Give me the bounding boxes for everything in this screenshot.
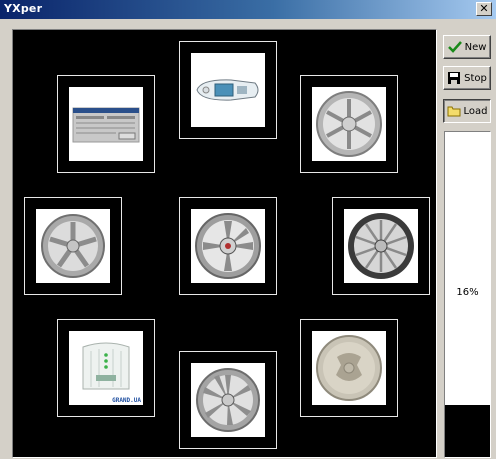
thumbnail-image xyxy=(191,363,265,437)
progress-bar: 16% xyxy=(444,131,491,458)
new-button-label: New xyxy=(464,41,487,53)
thumbnail-6[interactable] xyxy=(332,197,430,295)
checkmark-icon xyxy=(447,41,462,53)
thumbnail-7[interactable]: GRAND.UA xyxy=(57,319,155,417)
load-button[interactable]: Load xyxy=(443,99,491,123)
thumbnail-image xyxy=(69,87,143,161)
thumbnail-1[interactable] xyxy=(57,75,155,173)
thumbnail-image xyxy=(191,53,265,127)
progress-empty-area xyxy=(445,132,490,405)
image-canvas[interactable]: GRAND.UA xyxy=(12,29,437,458)
app-window: YXper ✕ GRAND.UA New Stop Load 16% xyxy=(0,0,496,459)
progress-label: 16% xyxy=(456,287,479,298)
thumbnail-image xyxy=(312,331,386,405)
thumbnail-image: GRAND.UA xyxy=(69,331,143,405)
thumbnail-2[interactable] xyxy=(179,41,277,139)
thumbnail-image xyxy=(36,209,110,283)
floppy-disk-icon xyxy=(448,72,461,84)
window-title: YXper xyxy=(4,2,43,15)
title-bar[interactable]: YXper ✕ xyxy=(0,0,496,19)
progress-fill xyxy=(445,405,490,457)
stop-button[interactable]: Stop xyxy=(443,66,491,90)
load-button-label: Load xyxy=(463,105,488,117)
stop-button-label: Stop xyxy=(464,72,487,84)
thumbnail-caption: GRAND.UA xyxy=(112,397,141,404)
thumbnail-3[interactable] xyxy=(300,75,398,173)
folder-icon xyxy=(447,106,460,117)
thumbnail-image xyxy=(312,87,386,161)
thumbnail-9[interactable] xyxy=(300,319,398,417)
close-button[interactable]: ✕ xyxy=(476,2,492,16)
thumbnail-8[interactable] xyxy=(179,351,277,449)
thumbnail-image xyxy=(344,209,418,283)
thumbnail-image xyxy=(191,209,265,283)
new-button[interactable]: New xyxy=(443,35,491,59)
thumbnail-5[interactable] xyxy=(179,197,277,295)
thumbnail-4[interactable] xyxy=(24,197,122,295)
